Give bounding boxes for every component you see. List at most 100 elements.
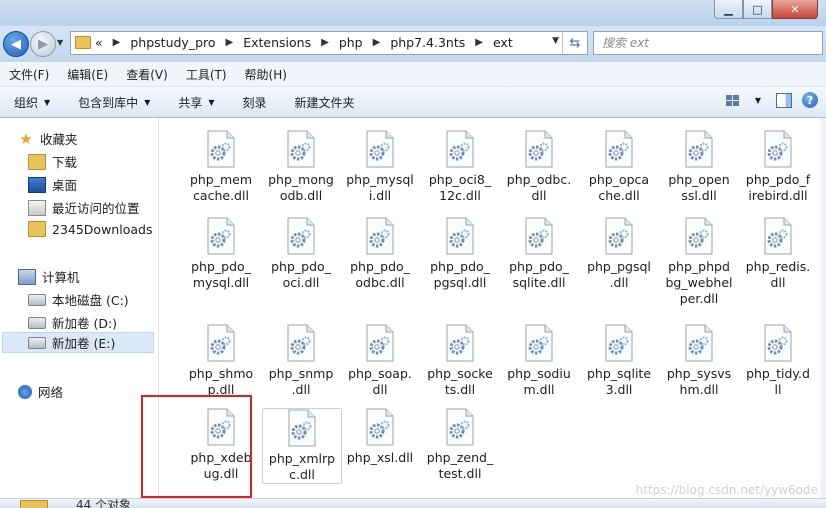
dll-file-icon bbox=[287, 217, 315, 255]
file-item[interactable]: php_mysql i.dll bbox=[341, 130, 419, 204]
file-name: php_odbc. bbox=[506, 172, 572, 187]
nav-item-drive-c[interactable]: 本地磁盘 (C:) bbox=[28, 290, 129, 309]
nav-item-favorites[interactable]: ★ 收藏夹 bbox=[18, 129, 77, 148]
help-button[interactable]: ? bbox=[802, 92, 818, 108]
file-item[interactable]: php_mem cache.dll bbox=[182, 130, 260, 204]
preview-pane-button[interactable] bbox=[776, 92, 792, 108]
nav-item-drive-d[interactable]: 新加卷 (D:) bbox=[28, 313, 117, 332]
file-name: php_mong bbox=[268, 172, 334, 187]
breadcrumb-item[interactable]: php bbox=[339, 35, 363, 50]
file-item[interactable]: php_odbc. dll bbox=[500, 130, 578, 204]
file-item[interactable]: php_sqlite 3.dll bbox=[580, 324, 658, 398]
dll-file-icon bbox=[525, 130, 553, 168]
file-item[interactable]: php_open ssl.dll bbox=[660, 130, 738, 204]
file-item[interactable]: php_pdo_ sqlite.dll bbox=[500, 217, 578, 291]
close-button[interactable]: ✕ bbox=[772, 0, 818, 19]
dll-file-icon bbox=[446, 408, 474, 446]
breadcrumb-separator-icon[interactable]: ▶ bbox=[373, 37, 381, 48]
nav-item-2345downloads[interactable]: 2345Downloads bbox=[28, 221, 152, 237]
menu-help[interactable]: 帮助(H) bbox=[236, 66, 296, 83]
nav-item-downloads[interactable]: 下载 bbox=[28, 152, 77, 171]
file-item[interactable]: php_pdo_ oci.dll bbox=[262, 217, 340, 291]
file-item[interactable]: php_pgsql .dll bbox=[580, 217, 658, 291]
file-item[interactable]: php_shmo p.dll bbox=[182, 324, 260, 398]
nav-label: 计算机 bbox=[42, 270, 80, 285]
file-name: .dll bbox=[291, 382, 311, 397]
file-name: php_snmp bbox=[268, 366, 334, 381]
menu-tools[interactable]: 工具(T) bbox=[177, 66, 236, 83]
breadcrumb-item[interactable]: ext bbox=[493, 35, 513, 50]
breadcrumb-item[interactable]: Extensions bbox=[243, 35, 311, 50]
dll-file-icon bbox=[287, 324, 315, 362]
refresh-button[interactable]: ⇆ bbox=[562, 32, 587, 54]
nav-item-network[interactable]: 网络 bbox=[18, 382, 63, 401]
minimize-button[interactable]: ▁ bbox=[714, 0, 743, 19]
recent-pages-dropdown[interactable]: ▼ bbox=[57, 38, 63, 47]
file-item[interactable]: php_opca che.dll bbox=[580, 130, 658, 204]
dll-file-icon bbox=[366, 130, 394, 168]
breadcrumb-separator-icon[interactable]: ▶ bbox=[321, 37, 329, 48]
view-options-dropdown[interactable]: ▼ bbox=[750, 93, 766, 107]
include-library-button[interactable]: 包含到库中 ▼ bbox=[64, 94, 164, 111]
file-item[interactable]: php_sysvs hm.dll bbox=[660, 324, 738, 398]
file-name: c.dll bbox=[289, 467, 315, 482]
maximize-button[interactable]: □ bbox=[743, 0, 772, 19]
file-item[interactable]: php_zend_ test.dll bbox=[421, 408, 499, 482]
search-input[interactable] bbox=[600, 35, 784, 51]
file-item[interactable]: php_phpd bg_webhel per.dll bbox=[660, 217, 738, 307]
file-item[interactable]: php_pdo_ pgsql.dll bbox=[421, 217, 499, 291]
nav-label: 最近访问的位置 bbox=[52, 201, 140, 216]
file-item[interactable]: php_mong odb.dll bbox=[262, 130, 340, 204]
file-name: hm.dll bbox=[679, 382, 719, 397]
file-item[interactable]: php_soap. dll bbox=[341, 324, 419, 398]
forward-button[interactable]: ▶ bbox=[30, 31, 56, 57]
file-name: ssl.dll bbox=[681, 188, 717, 203]
dll-file-icon bbox=[287, 130, 315, 168]
breadcrumb-separator-icon[interactable]: ▶ bbox=[475, 37, 483, 48]
nav-label: 新加卷 (D:) bbox=[52, 316, 118, 331]
nav-item-desktop[interactable]: 桌面 bbox=[28, 175, 77, 194]
file-item[interactable]: php_pdo_f irebird.dll bbox=[739, 130, 817, 204]
nav-item-recent[interactable]: 最近访问的位置 bbox=[28, 198, 140, 217]
file-item[interactable]: php_xsl.dll bbox=[341, 408, 419, 466]
menu-view[interactable]: 查看(V) bbox=[117, 66, 177, 83]
menu-bar: 文件(F) 编辑(E) 查看(V) 工具(T) 帮助(H) bbox=[0, 62, 826, 87]
network-icon bbox=[18, 384, 32, 399]
file-item[interactable]: php_xmlrp c.dll bbox=[262, 408, 342, 484]
dll-file-icon bbox=[446, 130, 474, 168]
file-name: php_xmlrp bbox=[268, 451, 336, 466]
file-item[interactable]: php_tidy.d ll bbox=[739, 324, 817, 398]
nav-item-computer[interactable]: 计算机 bbox=[18, 267, 80, 286]
menu-edit[interactable]: 编辑(E) bbox=[58, 66, 117, 83]
file-name: php_zend_ bbox=[426, 450, 494, 465]
menu-file[interactable]: 文件(F) bbox=[0, 66, 58, 83]
file-name: php_pdo_ bbox=[509, 259, 569, 274]
share-button[interactable]: 共享 ▼ bbox=[164, 94, 228, 111]
back-button[interactable]: ◀ bbox=[3, 31, 29, 57]
chevron-down-icon: ▼ bbox=[208, 97, 215, 107]
file-item[interactable]: php_socke ts.dll bbox=[421, 324, 499, 398]
address-bar[interactable]: « ▶ phpstudy_pro ▶ Extensions ▶ php ▶ ph… bbox=[70, 31, 588, 55]
file-name: php_tidy.d bbox=[746, 366, 810, 381]
organize-button[interactable]: 组织 ▼ bbox=[0, 94, 64, 111]
file-item[interactable]: php_redis. dll bbox=[739, 217, 817, 291]
downloads-folder-icon bbox=[28, 153, 46, 170]
burn-button[interactable]: 刻录 bbox=[229, 94, 281, 111]
address-history-dropdown[interactable]: ▼ bbox=[552, 36, 559, 46]
new-folder-button[interactable]: 新建文件夹 bbox=[281, 94, 369, 111]
change-view-button[interactable] bbox=[724, 93, 740, 107]
file-item[interactable]: php_oci8_ 12c.dll bbox=[421, 130, 499, 204]
file-item[interactable]: php_sodiu m.dll bbox=[500, 324, 578, 398]
breadcrumb-overflow[interactable]: « bbox=[95, 35, 103, 50]
file-name: php_pdo_f bbox=[745, 172, 811, 187]
dll-file-icon bbox=[525, 217, 553, 255]
file-item[interactable]: php_pdo_ mysql.dll bbox=[182, 217, 260, 291]
breadcrumb-item[interactable]: phpstudy_pro bbox=[130, 35, 215, 50]
vertical-scrollbar[interactable] bbox=[821, 118, 826, 498]
file-item[interactable]: php_snmp .dll bbox=[262, 324, 340, 398]
breadcrumb-item[interactable]: php7.4.3nts bbox=[390, 35, 465, 50]
breadcrumb-separator-icon[interactable]: ▶ bbox=[226, 37, 234, 48]
breadcrumb-separator-icon[interactable]: ▶ bbox=[113, 37, 121, 48]
file-item[interactable]: php_pdo_ odbc.dll bbox=[341, 217, 419, 291]
nav-item-drive-e[interactable]: 新加卷 (E:) bbox=[2, 332, 154, 353]
